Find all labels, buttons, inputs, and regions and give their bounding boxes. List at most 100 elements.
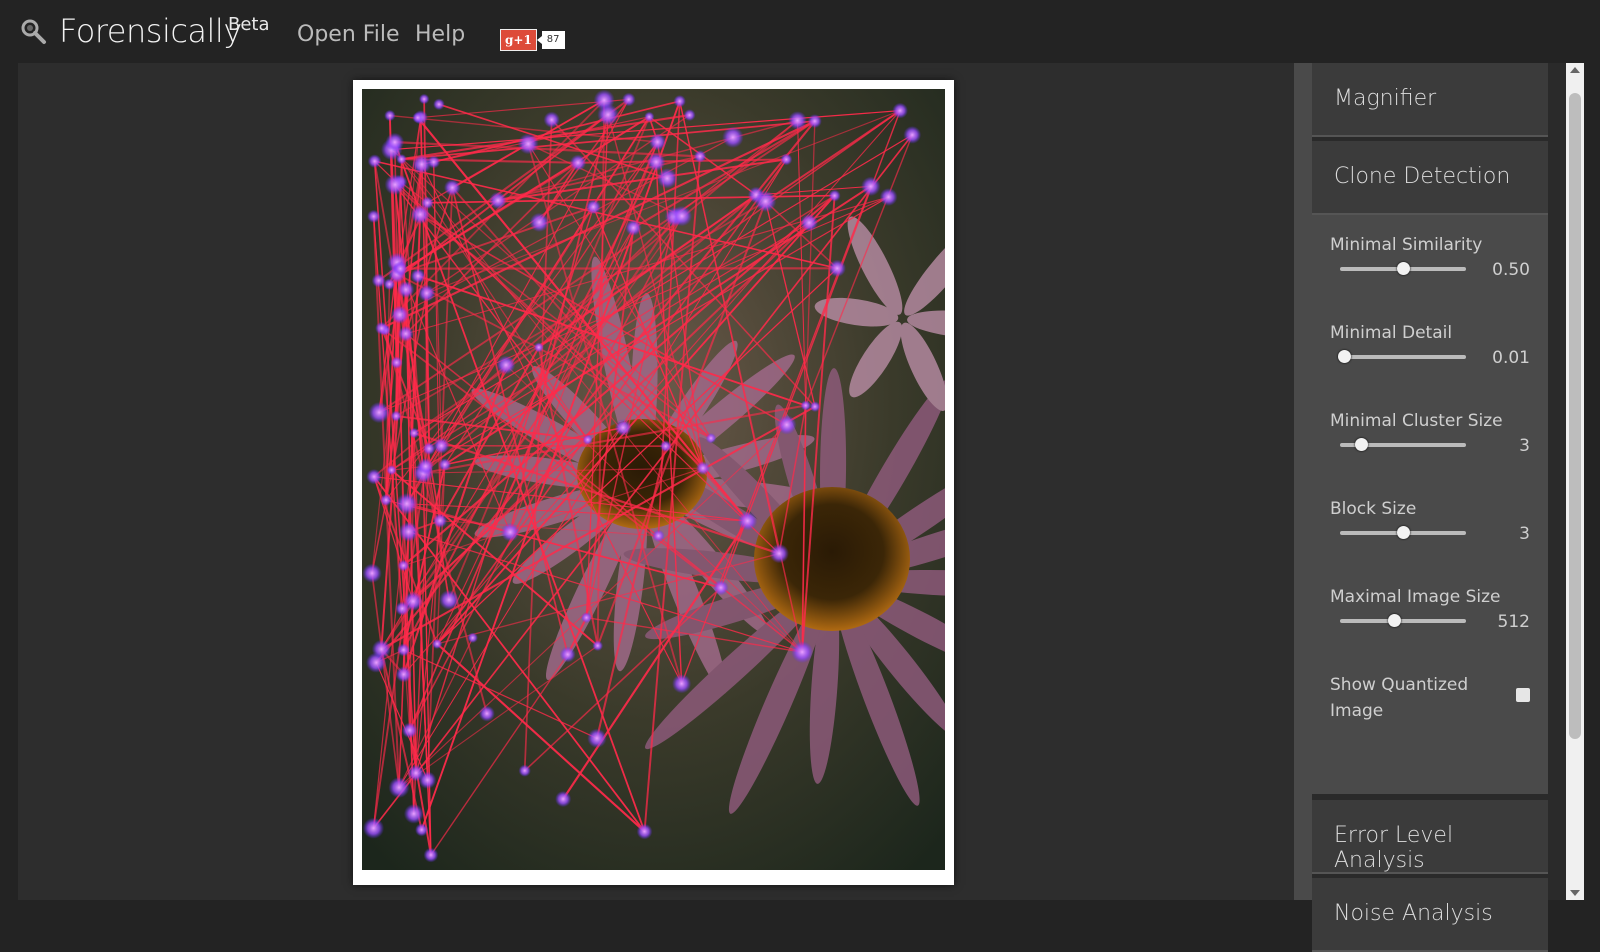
error-level-analysis-panel-header[interactable]: Error Level Analysis — [1312, 800, 1548, 874]
maximal-image-size-value: 512 — [1498, 612, 1530, 632]
clone-match-point — [673, 95, 685, 107]
clone-match-point — [396, 154, 407, 165]
scroll-up-arrow-icon[interactable] — [1570, 67, 1580, 73]
minimal-cluster-size-label: Minimal Cluster Size — [1330, 411, 1503, 431]
clone-match-point — [489, 192, 506, 209]
clone-match-point — [903, 126, 921, 144]
clone-match-point — [738, 511, 757, 530]
clone-match-point — [408, 765, 425, 782]
clone-match-point — [829, 190, 841, 202]
app-title: Forensically — [59, 12, 242, 50]
block-size-slider-thumb[interactable] — [1397, 526, 1410, 539]
minimal-detail-slider[interactable] — [1340, 355, 1466, 359]
clone-match-point — [438, 458, 451, 471]
scrollbar-thumb[interactable] — [1569, 93, 1581, 739]
clone-match-point — [892, 103, 908, 119]
gplus-count: 87 — [542, 31, 565, 49]
clone-match-point — [587, 729, 607, 749]
clone-match-point — [424, 848, 439, 863]
clone-match-point — [808, 114, 822, 128]
clone-match-point — [625, 220, 641, 236]
clone-match-point — [409, 428, 420, 439]
show-quantized-checkbox[interactable] — [1516, 688, 1530, 702]
image-frame — [353, 80, 954, 885]
minimal-cluster-size-slider-thumb[interactable] — [1355, 438, 1368, 451]
clone-match-point — [637, 824, 653, 840]
clone-match-point — [649, 133, 666, 150]
clone-match-point — [389, 777, 410, 798]
clone-match-point — [396, 666, 412, 682]
clone-match-point — [433, 514, 447, 528]
noise-analysis-panel-header[interactable]: Noise Analysis — [1312, 878, 1548, 952]
clone-match-point — [534, 342, 544, 352]
clone-match-point — [586, 199, 601, 214]
show-quantized-label-line2: Image — [1330, 701, 1383, 721]
clone-match-point — [777, 415, 797, 435]
clone-match-point — [644, 112, 654, 122]
clone-match-point — [592, 640, 603, 651]
clone-match-point — [657, 168, 677, 188]
gplus-button[interactable]: g+1 — [500, 29, 537, 51]
top-bar: Forensically Beta Open File Help g+1 87 — [0, 0, 1600, 63]
scroll-down-arrow-icon[interactable] — [1570, 890, 1580, 896]
clone-detection-panel-body: Minimal Similarity 0.50 Minimal Detail 0… — [1312, 215, 1548, 794]
clone-match-point — [530, 213, 549, 232]
clone-match-point — [801, 400, 811, 410]
clone-detection-panel-header[interactable]: Clone Detection — [1312, 141, 1548, 215]
error-level-analysis-panel-title: Error Level Analysis — [1334, 823, 1548, 873]
maximal-image-size-slider[interactable] — [1340, 619, 1466, 623]
clone-match-point — [375, 322, 388, 335]
maximal-image-size-slider-thumb[interactable] — [1388, 614, 1401, 627]
clone-match-point — [713, 580, 728, 595]
clone-match-point — [791, 641, 813, 663]
clone-match-point — [395, 602, 409, 616]
minimal-similarity-slider-thumb[interactable] — [1397, 262, 1410, 275]
open-file-menu[interactable]: Open File — [297, 22, 400, 47]
clone-match-point — [384, 110, 395, 121]
clone-match-point — [415, 823, 428, 836]
clone-match-point — [770, 544, 789, 563]
clone-match-point — [402, 723, 418, 739]
clone-match-point — [684, 109, 696, 121]
clone-match-point — [467, 632, 478, 643]
analyzed-image[interactable] — [362, 89, 945, 870]
minimal-similarity-slider[interactable] — [1340, 267, 1466, 271]
block-size-label: Block Size — [1330, 499, 1416, 519]
gplus-widget[interactable]: g+1 87 — [500, 30, 565, 50]
clone-match-point — [780, 153, 792, 165]
minimal-similarity-value: 0.50 — [1492, 260, 1530, 280]
minimal-detail-slider-thumb[interactable] — [1338, 350, 1351, 363]
clone-match-point — [519, 765, 531, 777]
clone-match-point — [439, 590, 459, 610]
clone-match-point — [622, 93, 636, 107]
clone-match-point — [660, 440, 672, 452]
clone-match-point — [397, 643, 410, 656]
clone-match-point — [398, 560, 409, 571]
clone-match-point — [861, 177, 881, 197]
minimal-cluster-size-value: 3 — [1519, 436, 1530, 456]
clone-match-point — [652, 530, 664, 542]
clone-match-point — [399, 522, 419, 542]
clone-match-point — [419, 94, 430, 105]
clone-match-point — [800, 214, 818, 232]
minimal-cluster-size-slider[interactable] — [1340, 443, 1466, 447]
tools-sidebar: Magnifier Clone Detection Minimal Simila… — [1312, 63, 1566, 900]
help-menu[interactable]: Help — [415, 22, 465, 47]
clone-match-point — [497, 356, 516, 375]
clone-match-point — [615, 419, 632, 436]
clone-match-point — [696, 461, 710, 475]
clone-match-point — [597, 104, 619, 126]
block-size-slider[interactable] — [1340, 531, 1466, 535]
clone-match-point — [391, 411, 402, 422]
clone-match-point — [672, 206, 692, 226]
clone-match-point — [432, 639, 442, 649]
magnifier-panel-header[interactable]: Magnifier — [1312, 63, 1548, 137]
clone-match-point — [560, 646, 576, 662]
clone-match-point — [372, 640, 391, 659]
clone-match-point — [810, 401, 821, 412]
beta-badge: Beta — [228, 14, 270, 35]
sidebar-scrollbar[interactable] — [1566, 63, 1584, 900]
clone-match-point — [479, 706, 495, 722]
clone-match-point — [444, 179, 461, 196]
clone-match-point — [404, 804, 424, 824]
